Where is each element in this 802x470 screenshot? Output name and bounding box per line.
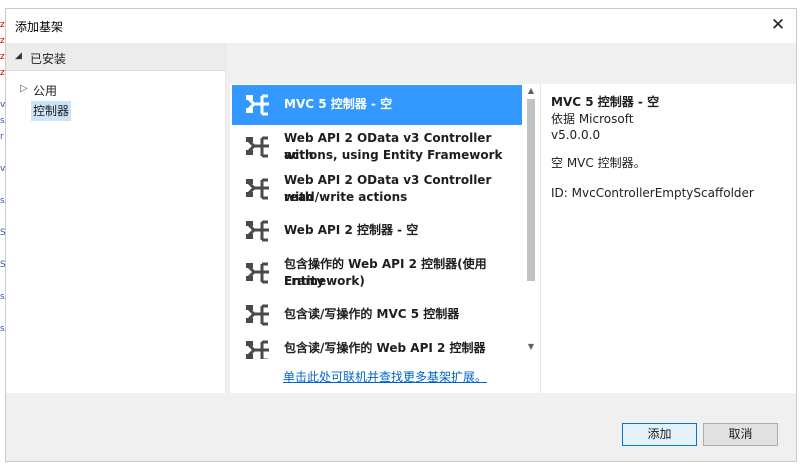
tree-item-label: 公用 [33, 84, 58, 98]
detail-description: 空 MVC 控制器。 [551, 156, 646, 170]
scroll-up-icon[interactable]: ▲ [524, 85, 538, 97]
list-item-title-cont: Framework) [284, 274, 365, 288]
list-item-odata-ef[interactable]: Web API 2 OData v3 Controller with actio… [232, 127, 522, 167]
list-item-title-cont: read/write actions [284, 190, 408, 204]
list-item-title-cont: actions, using Entity Framework [284, 148, 503, 162]
edge-char: s [0, 116, 5, 126]
dialog-title: 添加基架 [15, 20, 64, 34]
add-scaffold-dialog: 添加基架 ✕ ◢ 已安装 ▷ 公用 控制器 MVC 5 控制器 - 空 Web … [5, 8, 797, 462]
list-item-title: MVC 5 控制器 - 空 [284, 97, 393, 111]
edge-char: s [0, 292, 5, 302]
controller-icon [244, 134, 272, 160]
list-item-webapi2-rw[interactable]: 包含读/写操作的 Web API 2 控制器 [232, 337, 522, 359]
list-item-webapi2-ef[interactable]: 包含操作的 Web API 2 控制器(使用 Entity Framework) [232, 253, 522, 293]
detail-name: MVC 5 控制器 - 空 [551, 95, 660, 109]
dialog-body: ◢ 已安装 ▷ 公用 控制器 MVC 5 控制器 - 空 Web API 2 O… [6, 43, 796, 461]
controller-icon [244, 218, 272, 244]
add-button[interactable]: 添加 [622, 423, 697, 446]
close-icon[interactable]: ✕ [766, 14, 790, 38]
title-bar: 添加基架 ✕ [6, 9, 796, 43]
tree-item-controller[interactable]: 控制器 [31, 101, 72, 121]
scroll-down-icon[interactable]: ▼ [524, 341, 538, 353]
installed-header[interactable]: ◢ 已安装 [6, 43, 225, 71]
list-item-title: 包含读/写操作的 MVC 5 控制器 [284, 307, 460, 321]
list-item-title: 包含读/写操作的 Web API 2 控制器 [284, 341, 486, 355]
controller-icon [244, 92, 272, 118]
panel-divider [225, 43, 226, 393]
detail-version: v5.0.0.0 [551, 128, 601, 142]
find-more-scaffolders-link[interactable]: 单击此处可联机并查找更多基架扩展。 [283, 368, 487, 385]
detail-id: ID: MvcControllerEmptyScaffolder [551, 186, 754, 200]
detail-author: 依据 Microsoft [551, 112, 634, 126]
collapse-triangle-icon[interactable]: ◢ [15, 51, 22, 61]
cancel-button[interactable]: 取消 [703, 423, 778, 446]
installed-label: 已安装 [30, 52, 67, 66]
controller-icon [244, 302, 272, 328]
scroll-thumb[interactable] [527, 99, 535, 281]
edge-char: r [0, 132, 4, 142]
list-scrollbar[interactable]: ▲ ▼ [524, 84, 538, 354]
category-tree: ◢ 已安装 ▷ 公用 控制器 [6, 43, 225, 393]
controller-icon [244, 260, 272, 286]
tree-item-public[interactable]: ▷ 公用 [6, 81, 225, 99]
scaffolder-list: MVC 5 控制器 - 空 Web API 2 OData v3 Control… [230, 84, 540, 393]
list-item-title: Web API 2 控制器 - 空 [284, 223, 419, 237]
list-item-mvc5-rw[interactable]: 包含读/写操作的 MVC 5 控制器 [232, 295, 522, 335]
expand-triangle-icon[interactable]: ▷ [20, 83, 28, 94]
controller-icon [244, 176, 272, 202]
edge-char: s [0, 196, 5, 206]
edge-char: s [0, 324, 5, 334]
list-item-mvc5-empty[interactable]: MVC 5 控制器 - 空 [232, 85, 522, 125]
list-item-odata-rw[interactable]: Web API 2 OData v3 Controller with read/… [232, 169, 522, 209]
list-item-webapi2-empty[interactable]: Web API 2 控制器 - 空 [232, 211, 522, 251]
scaffolder-details: MVC 5 控制器 - 空 依据 Microsoft v5.0.0.0 空 MV… [540, 84, 796, 393]
controller-icon [244, 338, 272, 359]
